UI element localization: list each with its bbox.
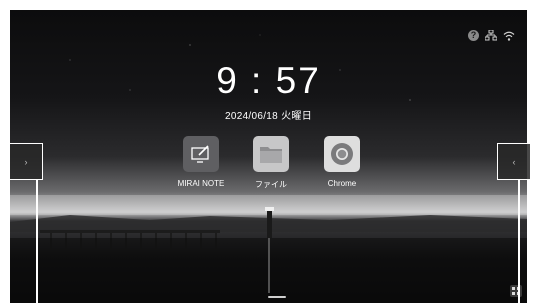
grid-icon[interactable] <box>510 285 522 297</box>
chevron-right-icon: › <box>24 156 28 167</box>
network-icon[interactable] <box>485 30 497 41</box>
home-bar[interactable] <box>268 296 286 298</box>
app-label: ファイル <box>255 180 287 189</box>
app-file[interactable]: ファイル <box>236 136 306 190</box>
mirai-note-icon[interactable] <box>183 136 219 172</box>
callout-line-right <box>518 180 520 308</box>
chevron-left-icon: ‹ <box>512 156 516 167</box>
app-label: Chrome <box>327 179 357 188</box>
help-icon[interactable]: ? <box>468 30 479 41</box>
status-icons: ? <box>468 30 515 41</box>
clock-time: 9 : 57 <box>216 60 321 101</box>
right-edge-handle[interactable]: ‹ <box>497 143 530 180</box>
wifi-icon[interactable] <box>503 31 515 41</box>
left-edge-handle[interactable]: › <box>10 143 43 180</box>
clock-date: 2024/06/18 火曜日 <box>224 111 313 122</box>
app-chrome[interactable]: Chrome <box>307 136 377 188</box>
callout-line-left <box>36 180 38 308</box>
chrome-icon[interactable] <box>324 136 360 172</box>
app-mirai-note[interactable]: MIRAI NOTE <box>166 136 236 188</box>
file-folder-icon[interactable] <box>253 136 289 172</box>
home-screen: ? 9 : 57 2024/06/18 火曜日 MIRAI NOTE ファイル … <box>10 10 527 303</box>
app-label: MIRAI NOTE <box>177 179 225 188</box>
